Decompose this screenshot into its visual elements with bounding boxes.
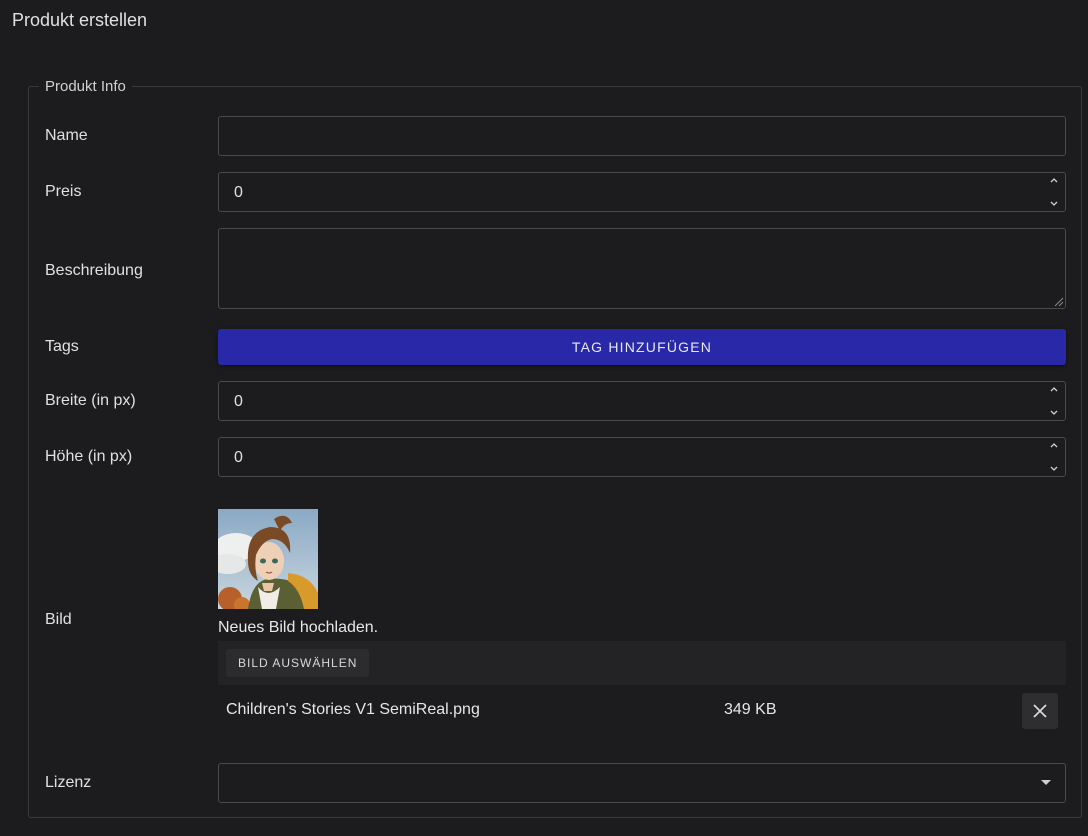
caret-down-icon[interactable] — [1041, 780, 1051, 785]
remove-file-button[interactable] — [1022, 693, 1058, 729]
height-value: 0 — [234, 449, 243, 466]
image-label: Bild — [45, 611, 72, 628]
height-input[interactable]: 0 — [218, 437, 1066, 477]
upload-hint: Neues Bild hochladen. — [218, 619, 379, 636]
chevron-up-icon[interactable] — [1050, 177, 1058, 183]
chevron-down-icon[interactable] — [1050, 410, 1058, 416]
page-title: Produkt erstellen — [12, 10, 148, 30]
license-label: Lizenz — [45, 774, 92, 791]
height-spinner[interactable] — [1049, 442, 1059, 472]
chevron-up-icon[interactable] — [1050, 442, 1058, 448]
image-preview — [218, 509, 318, 609]
width-spinner[interactable] — [1049, 386, 1059, 416]
resize-handle-icon[interactable] — [1052, 295, 1064, 307]
tags-label: Tags — [45, 338, 79, 355]
height-label: Höhe (in px) — [45, 448, 133, 465]
width-label: Breite (in px) — [45, 392, 136, 409]
price-label: Preis — [45, 183, 82, 200]
chevron-down-icon[interactable] — [1050, 466, 1058, 472]
price-spinner[interactable] — [1049, 177, 1059, 207]
choose-image-button[interactable]: BILD AUSWÄHLEN — [226, 649, 370, 677]
name-label: Name — [45, 127, 88, 144]
close-icon — [1033, 704, 1047, 718]
name-input[interactable] — [218, 116, 1066, 156]
license-select[interactable] — [218, 763, 1066, 803]
price-value: 0 — [234, 184, 243, 201]
width-value: 0 — [234, 393, 243, 410]
price-input[interactable]: 0 — [218, 172, 1066, 212]
file-size: 349 KB — [724, 701, 777, 718]
chevron-down-icon[interactable] — [1050, 201, 1058, 207]
file-name: Children's Stories V1 SemiReal.png — [226, 701, 480, 718]
width-input[interactable]: 0 — [218, 381, 1066, 421]
upload-bar: BILD AUSWÄHLEN — [218, 641, 1066, 685]
chevron-up-icon[interactable] — [1050, 386, 1058, 392]
add-tag-button[interactable]: TAG HINZUFÜGEN — [218, 329, 1066, 365]
product-info-legend: Produkt Info — [45, 78, 126, 95]
description-label: Beschreibung — [45, 262, 143, 279]
description-textarea[interactable] — [218, 228, 1066, 309]
